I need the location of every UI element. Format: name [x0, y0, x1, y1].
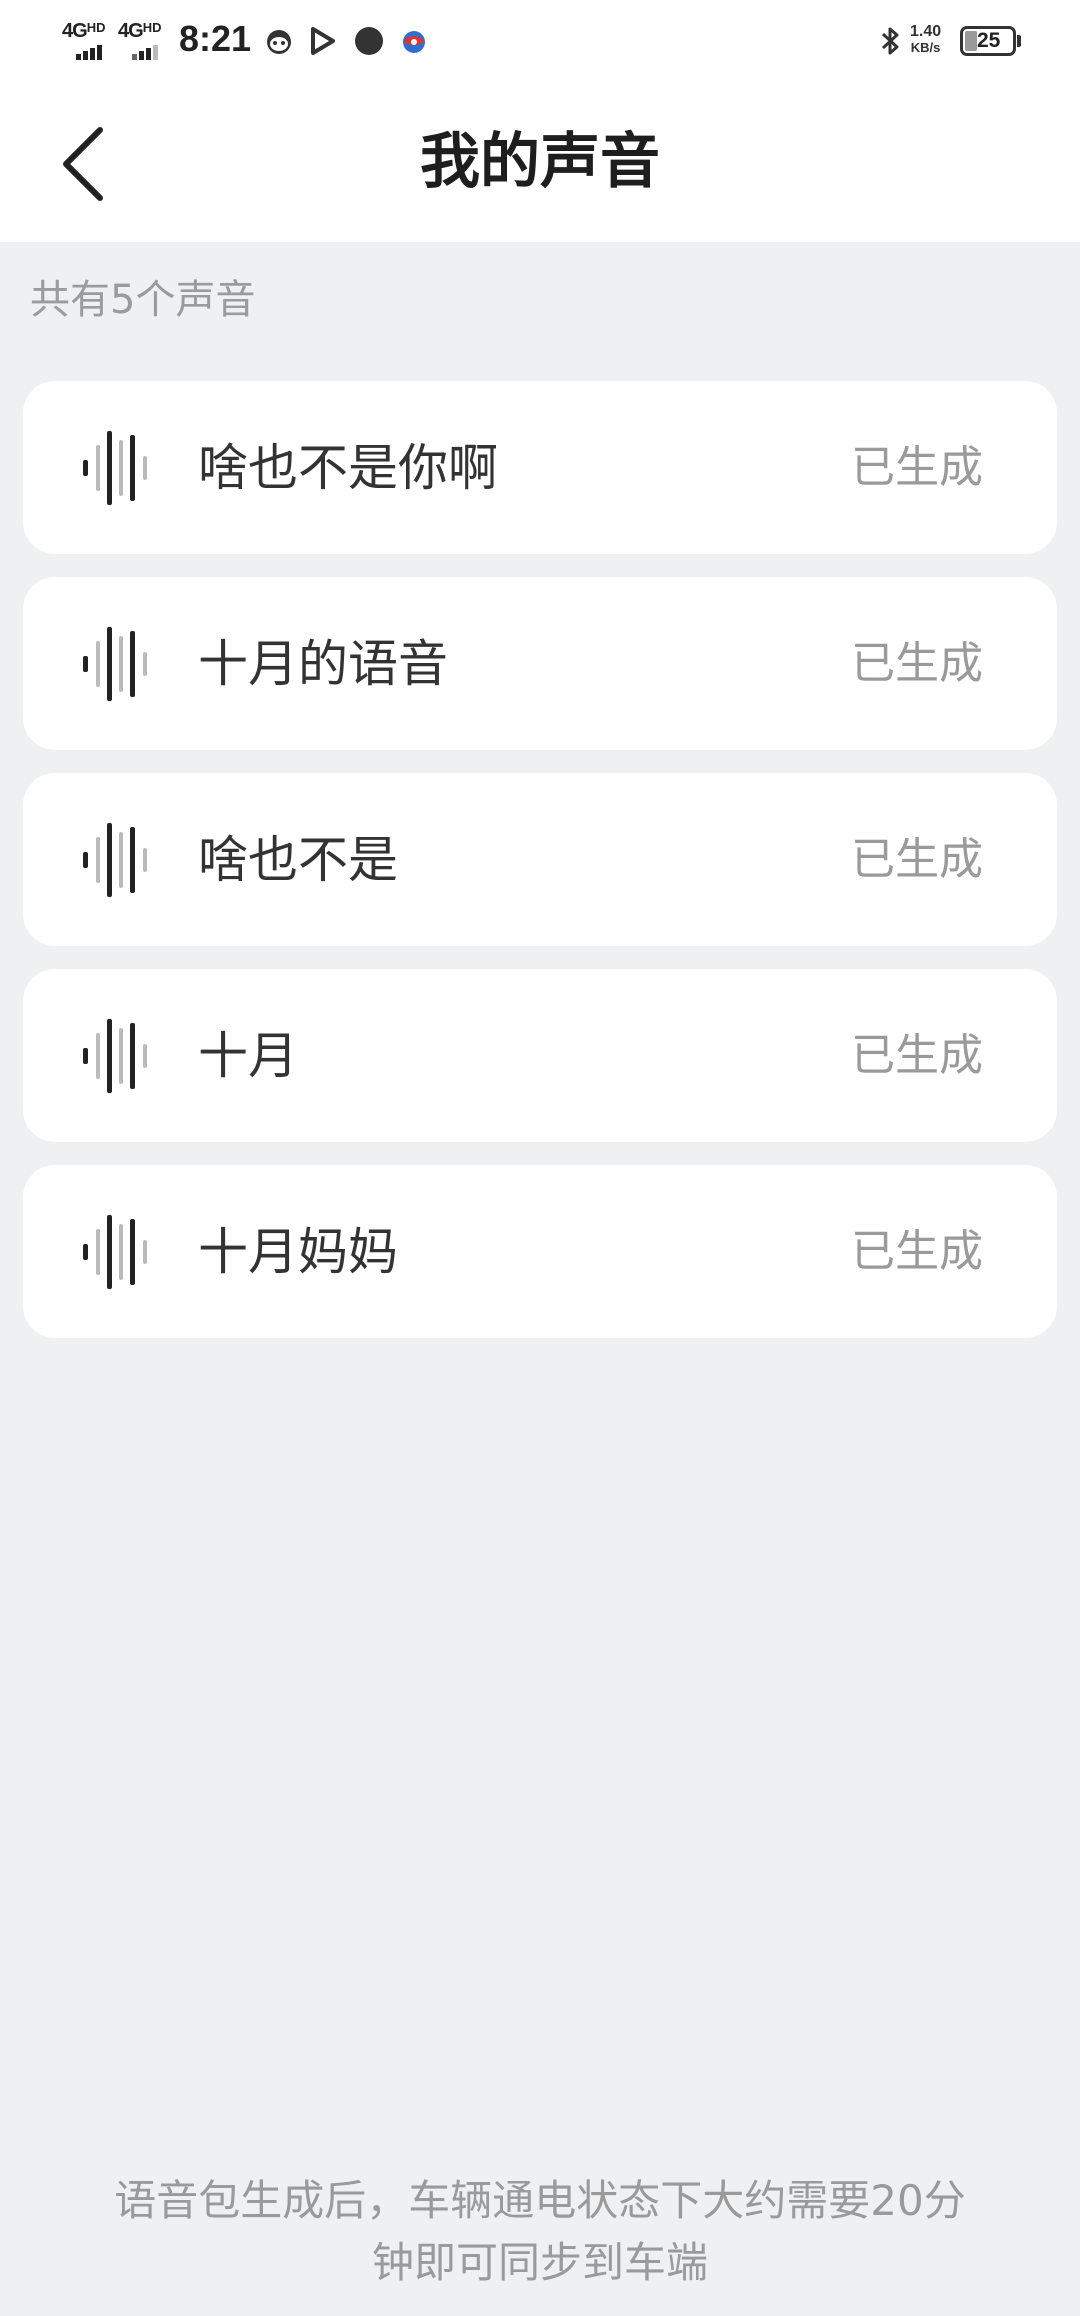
- voice-item[interactable]: 啥也不是你啊 已生成: [23, 381, 1057, 554]
- sync-hint-line-2: 钟即可同步到车端: [371, 2238, 708, 2287]
- status-time: 8:21: [179, 18, 252, 59]
- voice-item[interactable]: 啥也不是 已生成: [23, 773, 1057, 946]
- voice-status: 已生成: [851, 1030, 983, 1081]
- voice-status: 已生成: [851, 638, 983, 689]
- top-nav-bar: 我的声音: [0, 84, 1080, 242]
- voice-item[interactable]: 十月妈妈 已生成: [23, 1165, 1057, 1338]
- voice-count-label: 共有5个声音: [30, 277, 256, 323]
- network-speed: 1.40 KB/s: [910, 24, 941, 56]
- voice-status: 已生成: [851, 834, 983, 885]
- signal-2: 4GHD: [118, 20, 162, 60]
- voice-status: 已生成: [851, 1226, 983, 1277]
- voice-status: 已生成: [851, 442, 983, 493]
- signal-bars-icon: [76, 42, 104, 60]
- voice-list: 啥也不是你啊 已生成 十月的语音 已生成 啥也不是 已生成 十月 已生成 十月妈…: [23, 381, 1057, 1361]
- voice-name: 十月的语音: [198, 635, 448, 693]
- sync-hint-text: 语音包生成后，车辆通电状态下大约需要20分 钟即可同步到车端: [90, 2170, 990, 2294]
- sound-wave-icon: [83, 627, 147, 701]
- voice-item[interactable]: 十月 已生成: [23, 969, 1057, 1142]
- compass-icon: [355, 27, 383, 55]
- speed-value: 1.40: [910, 23, 942, 40]
- battery-icon: 25: [960, 26, 1016, 56]
- sync-hint-line-1: 语音包生成后，车辆通电状态下大约需要20分: [114, 2176, 966, 2225]
- signal-1: 4GHD: [62, 20, 106, 60]
- voice-name: 十月妈妈: [198, 1223, 398, 1281]
- voice-name: 十月: [198, 1027, 298, 1085]
- signal-bars-icon: [132, 42, 160, 60]
- sound-wave-icon: [83, 1019, 147, 1093]
- voice-name: 啥也不是你啊: [198, 439, 498, 497]
- app-mascot-icon: [267, 30, 291, 54]
- sound-wave-icon: [83, 823, 147, 897]
- network-suffix-2: HD: [142, 20, 162, 35]
- network-type-2: 4G: [118, 20, 144, 42]
- speed-unit: KB/s: [910, 40, 941, 55]
- globe-icon: [403, 31, 425, 53]
- play-icon: [311, 27, 335, 55]
- battery-fill: [965, 31, 977, 51]
- sound-wave-icon: [83, 431, 147, 505]
- battery-level: 25: [977, 29, 1001, 52]
- page-title: 我的声音: [420, 127, 660, 197]
- status-bar: 4GHD 4GHD 8:21 1.40 KB/s 25: [0, 0, 1080, 84]
- bluetooth-icon: [881, 27, 899, 55]
- voice-name: 啥也不是: [198, 831, 398, 889]
- network-suffix-1: HD: [86, 20, 106, 35]
- voice-item[interactable]: 十月的语音 已生成: [23, 577, 1057, 750]
- battery-tip: [1017, 35, 1021, 47]
- network-type-1: 4G: [62, 20, 88, 42]
- sound-wave-icon: [83, 1215, 147, 1289]
